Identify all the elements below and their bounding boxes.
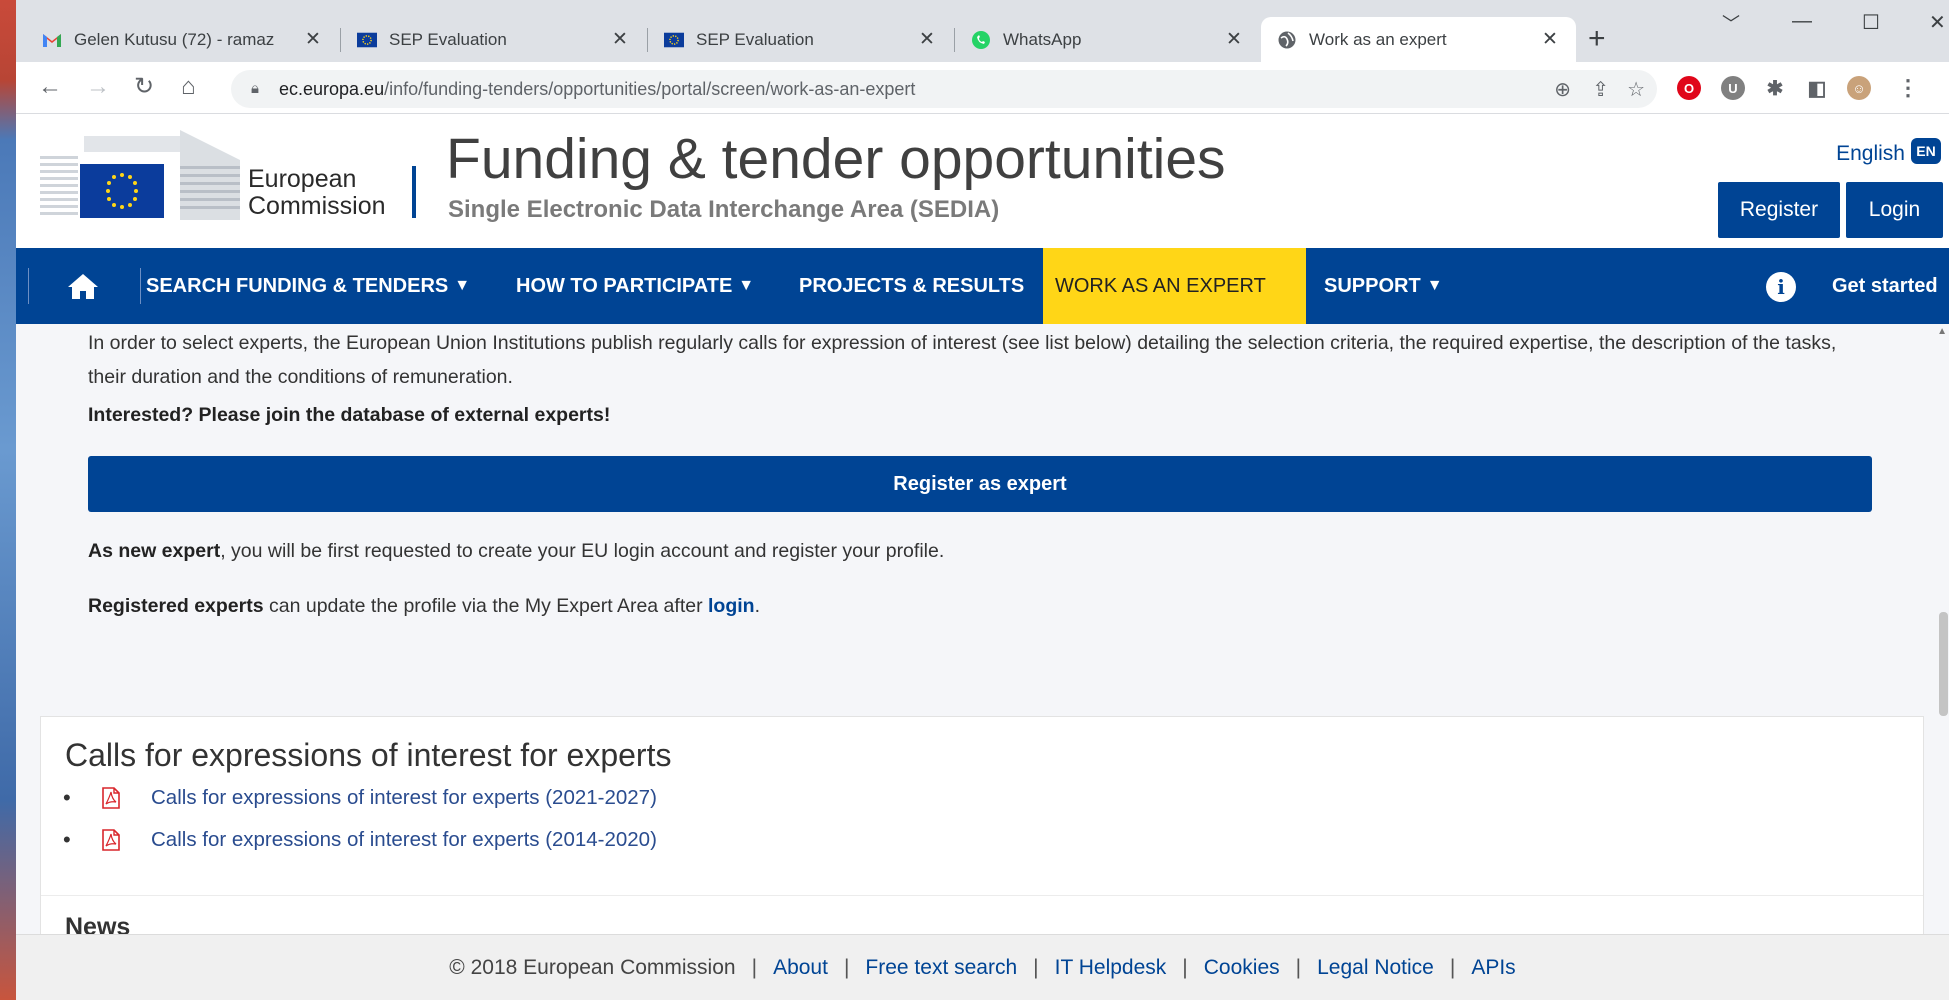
caret-down-icon: ▼ <box>738 277 755 294</box>
eu-flag-icon <box>357 30 377 50</box>
maximize-icon[interactable]: ☐ <box>1862 10 1880 35</box>
registered-experts-paragraph: Registered experts can update the profil… <box>88 595 760 617</box>
site-subtitle: Single Electronic Data Interchange Area … <box>448 196 1000 223</box>
login-button[interactable]: Login <box>1846 182 1943 238</box>
footer-link-apis[interactable]: APIs <box>1471 956 1515 980</box>
back-icon[interactable]: ← <box>38 74 62 100</box>
footer-link-free-text-search[interactable]: Free text search <box>865 956 1017 980</box>
call-link-2021-2027[interactable]: • Calls for expressions of interest for … <box>63 785 657 811</box>
register-button[interactable]: Register <box>1718 182 1840 238</box>
pdf-icon <box>102 829 120 851</box>
calls-title: Calls for expressions of interest for ex… <box>65 737 672 773</box>
footer-link-it-helpdesk[interactable]: IT Helpdesk <box>1055 956 1167 980</box>
language-selector[interactable]: English <box>1836 142 1905 166</box>
interested-heading: Interested? Please join the database of … <box>88 404 611 426</box>
minimize-icon[interactable]: — <box>1792 10 1812 33</box>
whatsapp-icon <box>971 30 991 50</box>
extensions-puzzle-icon[interactable]: ✱ <box>1763 76 1787 100</box>
menu-kebab-icon[interactable]: ⋮ <box>1896 75 1920 100</box>
divider <box>41 895 1923 896</box>
tab-search-icon[interactable]: ﹀ <box>1722 10 1740 36</box>
new-expert-paragraph: As new expert, you will be first request… <box>88 540 945 562</box>
info-icon[interactable]: i <box>1766 272 1796 302</box>
caret-down-icon: ▼ <box>454 277 471 294</box>
share-icon[interactable]: ⇪ <box>1592 77 1609 102</box>
close-icon[interactable]: ✕ <box>917 28 937 51</box>
tab-sep-evaluation-2[interactable]: SEP Evaluation ✕ <box>648 17 953 62</box>
opera-extension-icon[interactable]: O <box>1677 76 1701 100</box>
zoom-icon[interactable]: ⊕ <box>1554 77 1571 102</box>
nav-support[interactable]: SUPPORT ▼ <box>1308 248 1443 324</box>
footer-link-about[interactable]: About <box>773 956 828 980</box>
close-icon[interactable]: ✕ <box>303 28 323 51</box>
language-code-badge[interactable]: EN <box>1911 138 1941 164</box>
nav-work-as-expert[interactable]: WORK AS AN EXPERT <box>1043 248 1306 324</box>
call-link-2014-2020[interactable]: • Calls for expressions of interest for … <box>63 827 657 853</box>
close-icon[interactable]: ✕ <box>1540 28 1560 51</box>
ublock-extension-icon[interactable]: U <box>1721 76 1745 100</box>
lock-icon: 🔒︎ <box>251 80 259 97</box>
ec-logo-text: European Commission <box>248 165 386 220</box>
scrollbar-thumb[interactable] <box>1939 612 1948 716</box>
scroll-up-arrow-icon[interactable]: ▲ <box>1937 326 1947 337</box>
forward-icon[interactable]: → <box>86 74 110 100</box>
globe-icon <box>1277 30 1297 50</box>
nav-how-to-participate[interactable]: HOW TO PARTICIPATE ▼ <box>516 248 754 324</box>
gmail-icon <box>42 30 62 50</box>
main-navigation: SEARCH FUNDING & TENDERS ▼ HOW TO PARTICI… <box>16 248 1949 324</box>
profile-avatar[interactable]: ☺ <box>1847 76 1871 100</box>
eu-flag-icon <box>664 30 684 50</box>
logo-divider <box>412 166 416 218</box>
web-page: European Commission Funding & tender opp… <box>16 114 1949 1000</box>
side-panel-icon[interactable]: ◧ <box>1805 76 1829 100</box>
tab-sep-evaluation-1[interactable]: SEP Evaluation ✕ <box>341 17 646 62</box>
new-tab-icon[interactable]: + <box>1588 22 1606 56</box>
browser-window: Gelen Kutusu (72) - ramaz ✕ SEP Evaluati… <box>16 0 1949 1000</box>
footer-link-legal-notice[interactable]: Legal Notice <box>1317 956 1434 980</box>
url-text[interactable]: ec.europa.eu/info/funding-tenders/opport… <box>279 79 915 100</box>
bookmark-star-icon[interactable]: ☆ <box>1627 77 1645 102</box>
site-header: European Commission Funding & tender opp… <box>16 114 1949 248</box>
site-footer: © 2018 European Commission | About | Fre… <box>16 934 1949 1000</box>
site-title: Funding & tender opportunities <box>446 127 1226 191</box>
nav-projects-results[interactable]: PROJECTS & RESULTS <box>799 248 1024 324</box>
address-bar[interactable]: 🔒︎ ec.europa.eu/info/funding-tenders/opp… <box>231 70 1657 108</box>
tab-work-as-expert[interactable]: Work as an expert ✕ <box>1261 17 1576 62</box>
reload-icon[interactable]: ↻ <box>134 74 154 100</box>
nav-get-started[interactable]: Get started <box>1832 248 1938 324</box>
caret-down-icon: ▼ <box>1426 277 1443 294</box>
window-close-icon[interactable]: ✕ <box>1929 10 1946 35</box>
login-link[interactable]: login <box>708 595 755 617</box>
home-icon[interactable]: ⌂ <box>181 74 196 100</box>
close-icon[interactable]: ✕ <box>1224 28 1244 51</box>
register-as-expert-button[interactable]: Register as expert <box>88 456 1872 512</box>
tab-gmail[interactable]: Gelen Kutusu (72) - ramaz ✕ <box>26 17 339 62</box>
tab-strip: Gelen Kutusu (72) - ramaz ✕ SEP Evaluati… <box>16 0 1949 62</box>
intro-paragraph: In order to select experts, the European… <box>88 332 1837 388</box>
home-nav-icon[interactable] <box>66 248 100 324</box>
nav-search-funding[interactable]: SEARCH FUNDING & TENDERS ▼ <box>146 248 470 324</box>
pdf-icon <box>102 787 120 809</box>
tab-whatsapp[interactable]: WhatsApp ✕ <box>955 17 1260 62</box>
copyright: © 2018 European Commission <box>449 955 736 979</box>
desktop-background <box>0 0 16 1000</box>
browser-toolbar: ← → ↻ ⌂ 🔒︎ ec.europa.eu/info/funding-ten… <box>16 62 1949 114</box>
footer-link-cookies[interactable]: Cookies <box>1204 956 1280 980</box>
close-icon[interactable]: ✕ <box>610 28 630 51</box>
